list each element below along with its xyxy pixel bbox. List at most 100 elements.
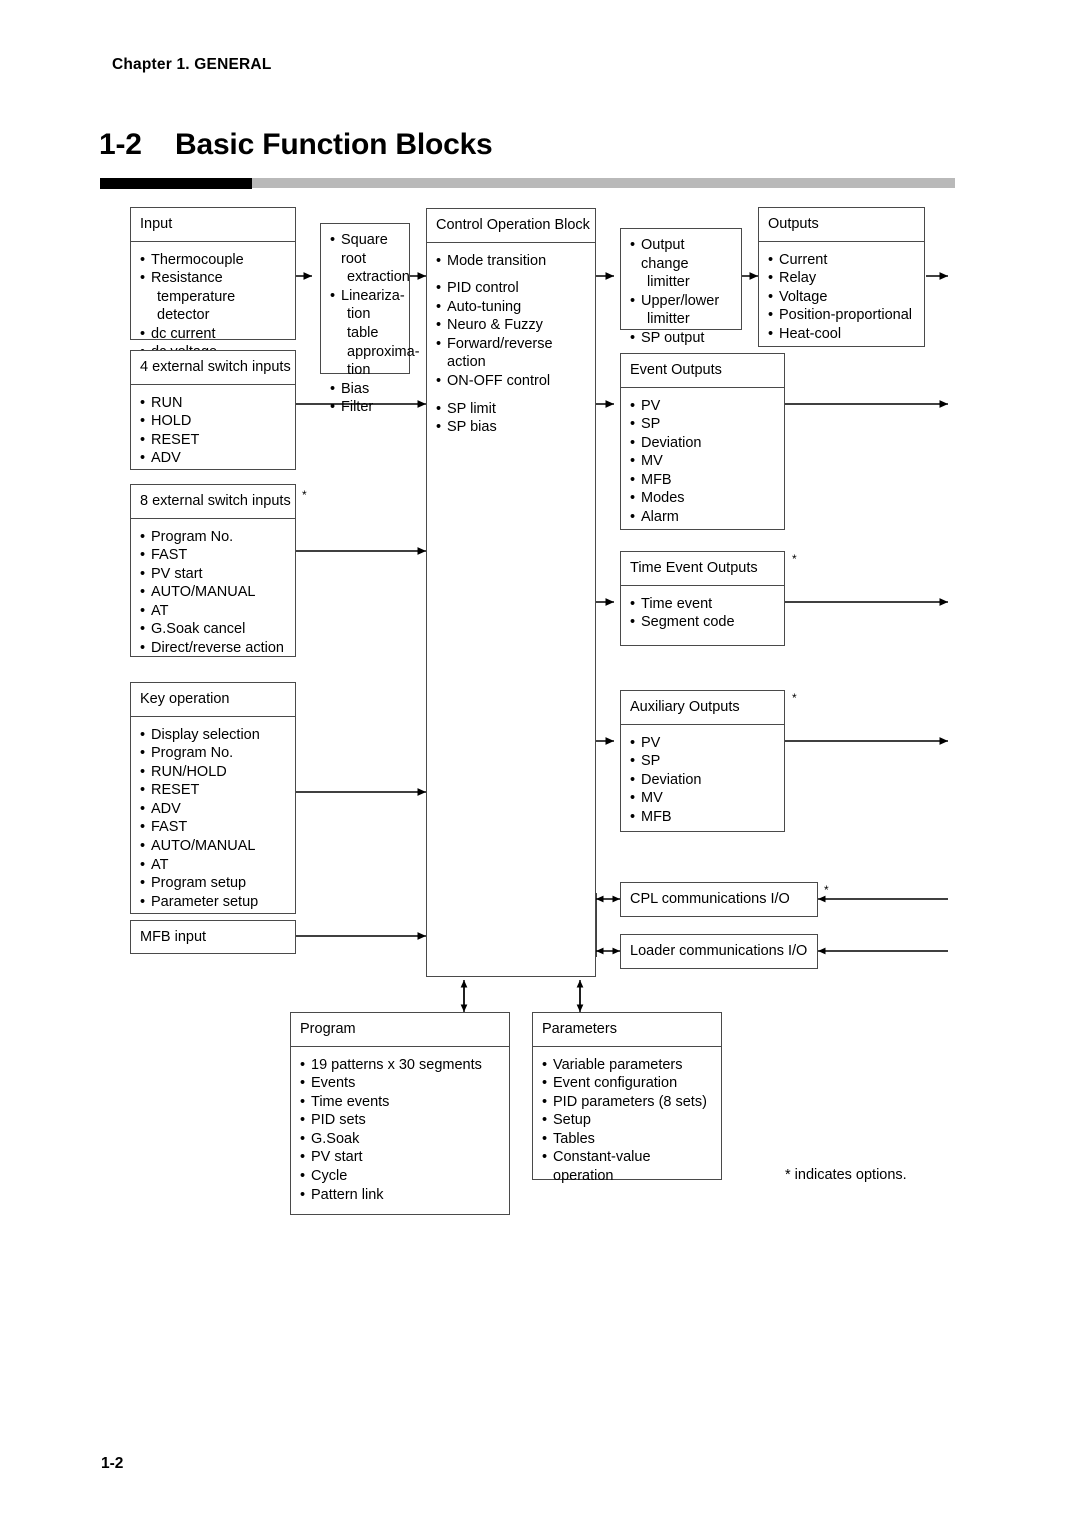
list-item: PID control <box>435 279 589 298</box>
block-parameters-body: Variable parameters Event configuration … <box>533 1047 721 1194</box>
list-item: Relay <box>767 269 918 288</box>
list-item: dc current <box>139 325 289 344</box>
block-control-operation-list: Mode transition PID control Auto-tuning … <box>435 252 589 437</box>
block-output-limiter-body: Output change limitter Upper/lower limit… <box>621 229 741 356</box>
list-item: SP <box>629 415 778 434</box>
list-spacer <box>435 391 589 400</box>
block-8-external-switch-inputs: 8 external switch inputs Program No. FAS… <box>130 484 296 657</box>
block-time-event-outputs-list: Time event Segment code <box>629 595 778 632</box>
block-parameters-list: Variable parameters Event configuration … <box>541 1056 715 1186</box>
list-item: Deviation <box>629 771 778 790</box>
list-item: Time event <box>629 595 778 614</box>
block-key-operation: Key operation Display selection Program … <box>130 682 296 914</box>
block-program: Program 19 patterns x 30 segments Events… <box>290 1012 510 1215</box>
list-item: Resistance <box>139 269 289 288</box>
list-item: extraction <box>347 269 410 286</box>
block-time-event-outputs-body: Time event Segment code <box>621 586 784 640</box>
list-item: Parameter setup <box>139 893 289 912</box>
list-item: MFB <box>629 471 778 490</box>
block-8-external-switch-inputs-body: Program No. FAST PV start AUTO/MANUAL AT… <box>131 519 295 666</box>
list-item: Voltage <box>767 288 918 307</box>
list-item: Square root <box>329 231 403 268</box>
block-loader-communications-io: Loader communications I/O <box>620 934 818 969</box>
list-item: tion table <box>347 306 379 341</box>
list-item: RUN <box>139 394 289 413</box>
list-item: Pattern link <box>299 1186 503 1205</box>
block-event-outputs-body: PV SP Deviation MV MFB Modes Alarm <box>621 388 784 535</box>
list-item: Forward/reverse action <box>435 335 589 372</box>
block-key-operation-list: Display selection Program No. RUN/HOLD R… <box>139 726 289 912</box>
function-block-diagram: Input Thermocouple Resistance temperatur… <box>0 0 1080 1528</box>
block-cpl-communications-io-title: CPL communications I/O <box>630 891 790 907</box>
list-item: MV <box>629 789 778 808</box>
block-control-operation-title: Control Operation Block <box>427 209 595 243</box>
list-item: Heat-cool <box>767 325 918 344</box>
block-4-external-switch-inputs-list: RUN HOLD RESET ADV <box>139 394 289 468</box>
list-item: Program setup <box>139 874 289 893</box>
option-marker-auxiliary-outputs: * <box>792 691 797 705</box>
list-item: Neuro & Fuzzy <box>435 316 589 335</box>
list-item: RESET <box>139 781 289 800</box>
list-item: AUTO/MANUAL <box>139 583 289 602</box>
list-item: MFB <box>629 808 778 827</box>
block-program-list: 19 patterns x 30 segments Events Time ev… <box>299 1056 503 1205</box>
list-item: PID parameters (8 sets) <box>541 1093 715 1112</box>
block-control-operation: Control Operation Block Mode transition … <box>426 208 596 977</box>
list-item: Segment code <box>629 613 778 632</box>
list-item: ON-OFF control <box>435 372 589 391</box>
list-item: Position-proportional <box>767 306 918 325</box>
list-item: Constant-value operation <box>541 1148 715 1185</box>
list-item: PV start <box>299 1148 503 1167</box>
list-item: approxima- <box>347 343 420 360</box>
list-spacer <box>435 270 589 279</box>
list-item: FAST <box>139 818 289 837</box>
block-key-operation-body: Display selection Program No. RUN/HOLD R… <box>131 717 295 920</box>
block-loader-communications-io-title: Loader communications I/O <box>630 943 808 959</box>
list-item: PV <box>629 397 778 416</box>
block-parameters-title: Parameters <box>533 1013 721 1047</box>
block-8-external-switch-inputs-list: Program No. FAST PV start AUTO/MANUAL AT… <box>139 528 289 658</box>
list-item: Lineariza- <box>329 287 405 306</box>
list-item: temperature detector <box>157 288 240 324</box>
list-item: Display selection <box>139 726 289 745</box>
list-item: Mode transition <box>435 252 589 271</box>
list-item: RESET <box>139 431 289 450</box>
list-item: SP output <box>629 329 735 348</box>
block-4-external-switch-inputs-title: 4 external switch inputs <box>131 351 295 385</box>
block-event-outputs-title: Event Outputs <box>621 354 784 388</box>
list-item: PV start <box>139 565 289 584</box>
block-outputs-title: Outputs <box>759 208 924 242</box>
block-program-title: Program <box>291 1013 509 1047</box>
list-item: Variable parameters <box>541 1056 715 1075</box>
block-parameters: Parameters Variable parameters Event con… <box>532 1012 722 1184</box>
list-item: limitter <box>647 311 690 328</box>
option-marker-cpl-communications: * <box>824 883 829 897</box>
list-item: Alarm <box>629 508 778 527</box>
list-item: PID sets <box>299 1111 503 1130</box>
option-marker-time-event-outputs: * <box>792 552 797 566</box>
list-item: Cycle <box>299 1167 503 1186</box>
list-item: AUTO/MANUAL <box>139 837 289 856</box>
list-item: Modes <box>629 489 778 508</box>
list-item: MV <box>629 452 778 471</box>
list-item: G.Soak <box>299 1130 503 1149</box>
block-mfb-input: MFB input <box>130 920 296 954</box>
list-item: Current <box>767 251 918 270</box>
block-outputs: Outputs Current Relay Voltage Position-p… <box>758 207 925 347</box>
list-item: Output change <box>629 236 735 273</box>
block-input-preprocessing-list: Square root extraction Lineariza- tion t… <box>329 231 420 417</box>
block-input-preprocessing-body: Square root extraction Lineariza- tion t… <box>321 224 420 425</box>
list-item: AT <box>139 856 289 875</box>
list-item: FAST <box>139 546 289 565</box>
block-auxiliary-outputs-body: PV SP Deviation MV MFB <box>621 725 784 835</box>
list-item: ADV <box>139 449 289 468</box>
list-item: Events <box>299 1074 503 1093</box>
list-item: Tables <box>541 1130 715 1149</box>
list-item: Direct/reverse action <box>139 639 289 658</box>
list-item: G.Soak cancel <box>139 620 289 639</box>
block-output-limiter: Output change limitter Upper/lower limit… <box>620 228 742 347</box>
block-output-limiter-list: Output change limitter Upper/lower limit… <box>629 236 735 348</box>
list-item: Filter <box>329 398 403 417</box>
block-event-outputs-list: PV SP Deviation MV MFB Modes Alarm <box>629 397 778 527</box>
list-item: Program No. <box>139 528 289 547</box>
